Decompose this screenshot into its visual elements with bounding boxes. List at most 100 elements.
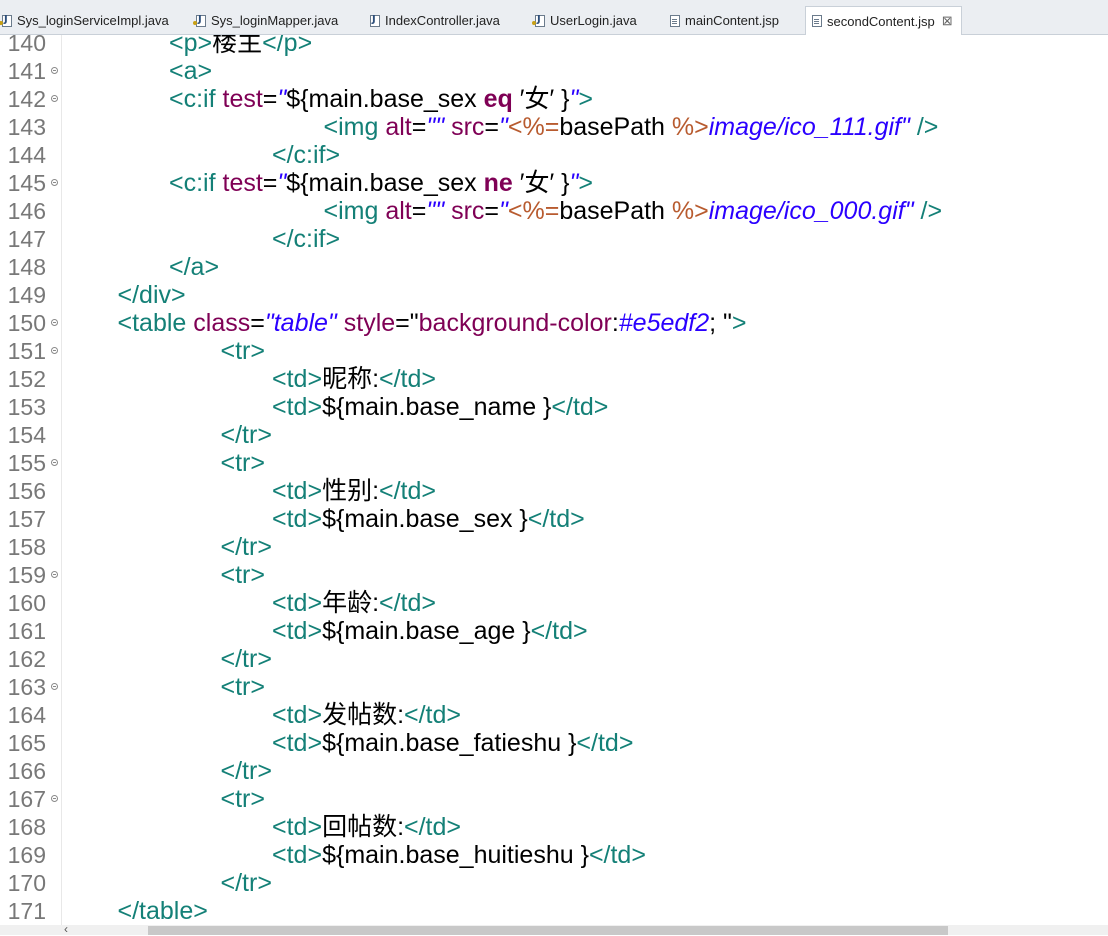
- code-token: src: [451, 197, 485, 225]
- code-line[interactable]: 151 <tr>: [0, 337, 1108, 365]
- code-token: "": [426, 197, 452, 225]
- code-line[interactable]: 160 <td>年龄:</td>: [0, 589, 1108, 617]
- fold-toggle-icon[interactable]: [51, 795, 58, 802]
- code-token: <td>: [272, 617, 323, 645]
- code-line[interactable]: 170 </tr>: [0, 869, 1108, 897]
- code-token: <table: [117, 309, 194, 337]
- code-text: <tr>: [221, 561, 265, 589]
- tab-secondcontent[interactable]: secondContent.jsp ⊠: [805, 6, 962, 35]
- line-number: 160: [7, 590, 46, 616]
- code-token: </td>: [379, 365, 437, 393]
- tab-sys-loginserviceimpl[interactable]: Sys_loginServiceImpl.java: [0, 7, 169, 34]
- code-line[interactable]: 162 </tr>: [0, 645, 1108, 673]
- code-token: "table": [264, 309, 344, 337]
- code-line[interactable]: 165 <td>${main.base_fatieshu }</td>: [0, 729, 1108, 757]
- code-text: <td>性别:</td>: [272, 477, 436, 505]
- code-token: <tr>: [220, 337, 265, 365]
- code-token: <tr>: [220, 673, 265, 701]
- code-line[interactable]: 150 <table class="table" style="backgroun…: [0, 309, 1108, 337]
- line-number: 141: [7, 58, 46, 84]
- code-token: 发帖数:: [322, 701, 405, 729]
- code-token: ${main.base_huitieshu }: [322, 841, 589, 869]
- code-line[interactable]: 140 <p>楼主</p>: [0, 35, 1108, 57]
- code-text: </c:if>: [272, 225, 340, 253]
- tab-userlogin[interactable]: UserLogin.java: [532, 7, 637, 34]
- code-token: =: [262, 85, 278, 113]
- code-line[interactable]: 159 <tr>: [0, 561, 1108, 589]
- code-token: :: [611, 309, 619, 337]
- code-line[interactable]: 154 </tr>: [0, 421, 1108, 449]
- code-token: </tr>: [220, 869, 272, 897]
- code-token: #e5edf2: [618, 309, 710, 337]
- line-number: 167: [7, 786, 46, 812]
- tab-sys-loginmapper[interactable]: Sys_loginMapper.java: [193, 7, 338, 34]
- code-token: </tr>: [220, 757, 272, 785]
- code-line[interactable]: 164 <td>发帖数:</td>: [0, 701, 1108, 729]
- fold-toggle-icon[interactable]: [51, 683, 58, 690]
- code-token: ${main.base_name }: [322, 393, 552, 421]
- fold-toggle-icon[interactable]: [51, 459, 58, 466]
- jsp-file-icon: [812, 15, 822, 27]
- code-token: <c:if: [169, 85, 223, 113]
- code-token: basePath: [559, 197, 672, 225]
- code-token: <img: [323, 113, 386, 141]
- code-text: </tr>: [221, 645, 272, 673]
- code-line[interactable]: 152 <td>昵称:</td>: [0, 365, 1108, 393]
- code-line[interactable]: 144 </c:if>: [0, 141, 1108, 169]
- fold-toggle-icon[interactable]: [51, 319, 58, 326]
- code-token: </tr>: [220, 645, 272, 673]
- code-line[interactable]: 148 </a>: [0, 253, 1108, 281]
- code-token: src: [451, 113, 485, 141]
- code-line[interactable]: 146 <img alt="" src="<%=basePath %>image/…: [0, 197, 1108, 225]
- code-token: 昵称:: [322, 365, 380, 393]
- code-line[interactable]: 156 <td>性别:</td>: [0, 477, 1108, 505]
- close-tab-icon[interactable]: ⊠: [942, 13, 953, 29]
- fold-toggle-icon[interactable]: [51, 95, 58, 102]
- fold-toggle-icon[interactable]: [51, 67, 58, 74]
- code-line[interactable]: 161 <td>${main.base_age }</td>: [0, 617, 1108, 645]
- line-number: 140: [7, 35, 46, 56]
- code-token: =: [411, 113, 427, 141]
- code-token: class: [193, 309, 251, 337]
- fold-toggle-icon[interactable]: [51, 347, 58, 354]
- code-token: 回帖数:: [322, 813, 405, 841]
- code-line[interactable]: 169 <td>${main.base_huitieshu }</td>: [0, 841, 1108, 869]
- code-editor[interactable]: 140 <p>楼主</p> 141 <a> 142 <c:if test="${main.…: [0, 35, 1108, 925]
- code-line[interactable]: 167 <tr>: [0, 785, 1108, 813]
- code-line[interactable]: 145 <c:if test="${main.base_sex ne ′女′ }"…: [0, 169, 1108, 197]
- line-number: 147: [7, 226, 46, 252]
- tab-label: UserLogin.java: [550, 13, 637, 28]
- fold-toggle-icon[interactable]: [51, 179, 58, 186]
- line-number: 154: [7, 422, 46, 448]
- code-line[interactable]: 158 </tr>: [0, 533, 1108, 561]
- code-text: </table>: [118, 897, 208, 925]
- code-line[interactable]: 157 <td>${main.base_sex }</td>: [0, 505, 1108, 533]
- code-text: </tr>: [221, 869, 272, 897]
- code-token: <td>: [272, 729, 323, 757]
- line-number: 146: [7, 198, 46, 224]
- code-line[interactable]: 168 <td>回帖数:</td>: [0, 813, 1108, 841]
- code-text: <a>: [169, 57, 212, 85]
- code-text: </tr>: [221, 757, 272, 785]
- code-line[interactable]: 171 </table>: [0, 897, 1108, 925]
- code-line[interactable]: 143 <img alt="" src="<%=basePath %>image/…: [0, 113, 1108, 141]
- code-text: <td>${main.base_name }</td>: [272, 393, 608, 421]
- code-line[interactable]: 147 </c:if>: [0, 225, 1108, 253]
- code-token: ": [569, 169, 579, 197]
- code-line[interactable]: 142 <c:if test="${main.base_sex eq ′女′ }"…: [0, 85, 1108, 113]
- code-line[interactable]: 153 <td>${main.base_name }</td>: [0, 393, 1108, 421]
- fold-toggle-icon[interactable]: [51, 571, 58, 578]
- code-token: </div>: [117, 281, 186, 309]
- code-line[interactable]: 149 </div>: [0, 281, 1108, 309]
- code-line[interactable]: 141 <a>: [0, 57, 1108, 85]
- scrollbar-thumb[interactable]: [148, 926, 948, 935]
- tab-maincontent[interactable]: mainContent.jsp: [670, 7, 779, 34]
- scroll-left-arrow-icon[interactable]: ‹: [64, 922, 68, 936]
- line-number: 164: [7, 702, 46, 728]
- code-line[interactable]: 166 </tr>: [0, 757, 1108, 785]
- java-file-icon: [193, 14, 206, 27]
- code-line[interactable]: 155 <tr>: [0, 449, 1108, 477]
- tab-indexcontroller[interactable]: IndexController.java: [370, 7, 500, 34]
- line-number: 148: [7, 254, 46, 280]
- code-line[interactable]: 163 <tr>: [0, 673, 1108, 701]
